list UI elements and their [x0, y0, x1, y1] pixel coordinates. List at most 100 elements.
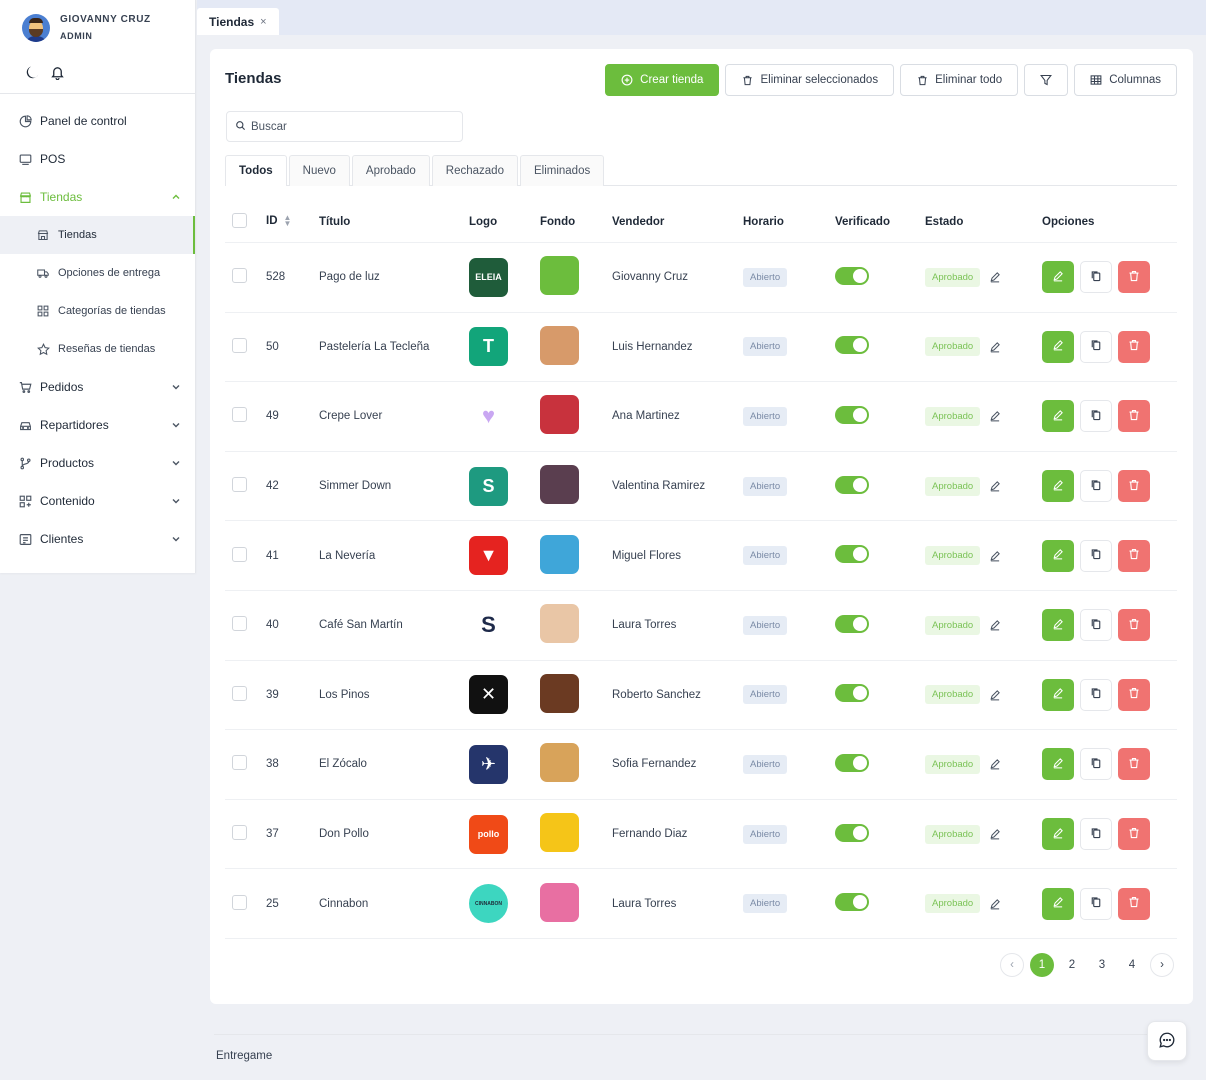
delete-store-button[interactable]: [1118, 748, 1150, 781]
page-button-1[interactable]: 1: [1030, 953, 1054, 977]
edit-store-button[interactable]: [1042, 748, 1074, 781]
sidebar-item-repartidores[interactable]: Repartidores: [0, 406, 195, 444]
search-input[interactable]: [251, 120, 451, 133]
delete-store-button[interactable]: [1118, 678, 1150, 711]
delete-all-button[interactable]: Eliminar todo: [900, 64, 1019, 96]
delete-store-button[interactable]: [1118, 887, 1150, 920]
chevron-left-icon[interactable]: ‹: [1000, 953, 1024, 977]
row-checkbox[interactable]: [232, 825, 247, 841]
sort-icon[interactable]: ▲ ▼: [284, 214, 292, 228]
tab-todos[interactable]: Todos: [225, 155, 287, 186]
sidebar-item-pos[interactable]: POS: [0, 140, 195, 178]
row-checkbox[interactable]: [232, 685, 247, 701]
edit-store-button[interactable]: [1042, 609, 1074, 642]
duplicate-store-button[interactable]: [1080, 330, 1112, 363]
store-vendor: Valentina Ramirez: [612, 480, 706, 493]
edit-store-button[interactable]: [1042, 678, 1074, 711]
verified-toggle[interactable]: [835, 336, 869, 355]
verified-toggle[interactable]: [835, 823, 869, 842]
verified-toggle[interactable]: [835, 893, 869, 912]
tab-rechazado[interactable]: Rechazado: [431, 155, 518, 186]
delete-store-button[interactable]: [1118, 818, 1150, 851]
delete-store-button[interactable]: [1118, 539, 1150, 572]
delete-store-button[interactable]: [1118, 400, 1150, 433]
row-checkbox[interactable]: [232, 268, 247, 284]
bell-icon[interactable]: [49, 64, 65, 80]
sidebar-item-pedidos[interactable]: Pedidos: [0, 368, 195, 406]
tab-aprobado[interactable]: Aprobado: [351, 155, 430, 186]
edit-store-button[interactable]: [1042, 330, 1074, 363]
duplicate-store-button[interactable]: [1080, 818, 1112, 851]
verified-toggle[interactable]: [835, 614, 869, 633]
edit-store-button[interactable]: [1042, 400, 1074, 433]
edit-status-icon[interactable]: [989, 898, 1001, 910]
columns-button[interactable]: Columnas: [1074, 64, 1177, 96]
duplicate-store-button[interactable]: [1080, 609, 1112, 642]
delete-selected-button[interactable]: Eliminar seleccionados: [725, 64, 895, 96]
page-button-2[interactable]: 2: [1060, 953, 1084, 977]
row-checkbox[interactable]: [232, 755, 247, 771]
duplicate-store-button[interactable]: [1080, 400, 1112, 433]
sidebar-subitem-opciones-entrega[interactable]: Opciones de entrega: [0, 254, 195, 292]
sidebar-item-clientes[interactable]: Clientes: [0, 520, 195, 558]
duplicate-store-button[interactable]: [1080, 678, 1112, 711]
edit-status-icon[interactable]: [989, 341, 1001, 353]
verified-toggle[interactable]: [835, 266, 869, 285]
edit-store-button[interactable]: [1042, 539, 1074, 572]
row-checkbox[interactable]: [232, 546, 247, 562]
edit-status-icon[interactable]: [989, 689, 1001, 701]
edit-status-icon[interactable]: [989, 480, 1001, 492]
duplicate-store-button[interactable]: [1080, 261, 1112, 294]
sidebar-subitem-resenas[interactable]: Reseñas de tiendas: [0, 330, 195, 368]
sidebar-subitem-tiendas[interactable]: Tiendas: [0, 216, 195, 254]
tab-eliminados[interactable]: Eliminados: [519, 155, 605, 186]
moon-icon[interactable]: [25, 64, 41, 80]
delete-store-button[interactable]: [1118, 470, 1150, 503]
page-button-3[interactable]: 3: [1090, 953, 1114, 977]
duplicate-store-button[interactable]: [1080, 887, 1112, 920]
sidebar-item-productos[interactable]: Productos: [0, 444, 195, 482]
close-icon[interactable]: ×: [260, 16, 266, 28]
delete-store-button[interactable]: [1118, 609, 1150, 642]
verified-toggle[interactable]: [835, 753, 869, 772]
sidebar-item-panel[interactable]: Panel de control: [0, 102, 195, 140]
sidebar-item-contenido[interactable]: Contenido: [0, 482, 195, 520]
page-button-4[interactable]: 4: [1120, 953, 1144, 977]
row-checkbox[interactable]: [232, 337, 247, 353]
verified-toggle[interactable]: [835, 684, 869, 703]
edit-status-icon[interactable]: [989, 619, 1001, 631]
edit-status-icon[interactable]: [989, 758, 1001, 770]
edit-status-icon[interactable]: [989, 828, 1001, 840]
edit-store-button[interactable]: [1042, 261, 1074, 294]
verified-toggle[interactable]: [835, 405, 869, 424]
row-checkbox[interactable]: [232, 894, 247, 910]
store-title: El Zócalo: [319, 758, 367, 771]
chevron-right-icon[interactable]: ›: [1150, 953, 1174, 977]
edit-store-button[interactable]: [1042, 818, 1074, 851]
edit-store-button[interactable]: [1042, 887, 1074, 920]
verified-toggle[interactable]: [835, 545, 869, 564]
edit-store-button[interactable]: [1042, 470, 1074, 503]
edit-status-icon[interactable]: [989, 271, 1001, 283]
create-store-button[interactable]: Crear tienda: [605, 64, 720, 96]
select-all-checkbox[interactable]: [232, 212, 247, 228]
window-tab-tiendas[interactable]: Tiendas ×: [197, 8, 279, 35]
delete-store-button[interactable]: [1118, 330, 1150, 363]
duplicate-store-button[interactable]: [1080, 539, 1112, 572]
duplicate-store-button[interactable]: [1080, 470, 1112, 503]
column-header-id[interactable]: ID ▲ ▼: [266, 214, 319, 228]
duplicate-store-button[interactable]: [1080, 748, 1112, 781]
tab-nuevo[interactable]: Nuevo: [288, 155, 350, 186]
row-checkbox[interactable]: [232, 616, 247, 632]
edit-status-icon[interactable]: [989, 550, 1001, 562]
sidebar-item-tiendas[interactable]: Tiendas: [0, 178, 195, 216]
sidebar-subitem-categorias[interactable]: Categorías de tiendas: [0, 292, 195, 330]
verified-toggle[interactable]: [835, 475, 869, 494]
user-profile[interactable]: GIOVANNY CRUZ ADMIN: [0, 0, 195, 44]
delete-store-button[interactable]: [1118, 261, 1150, 294]
row-checkbox[interactable]: [232, 407, 247, 423]
filter-button[interactable]: [1024, 64, 1069, 96]
row-checkbox[interactable]: [232, 477, 247, 493]
edit-status-icon[interactable]: [989, 410, 1001, 422]
chat-button[interactable]: [1147, 1021, 1187, 1061]
